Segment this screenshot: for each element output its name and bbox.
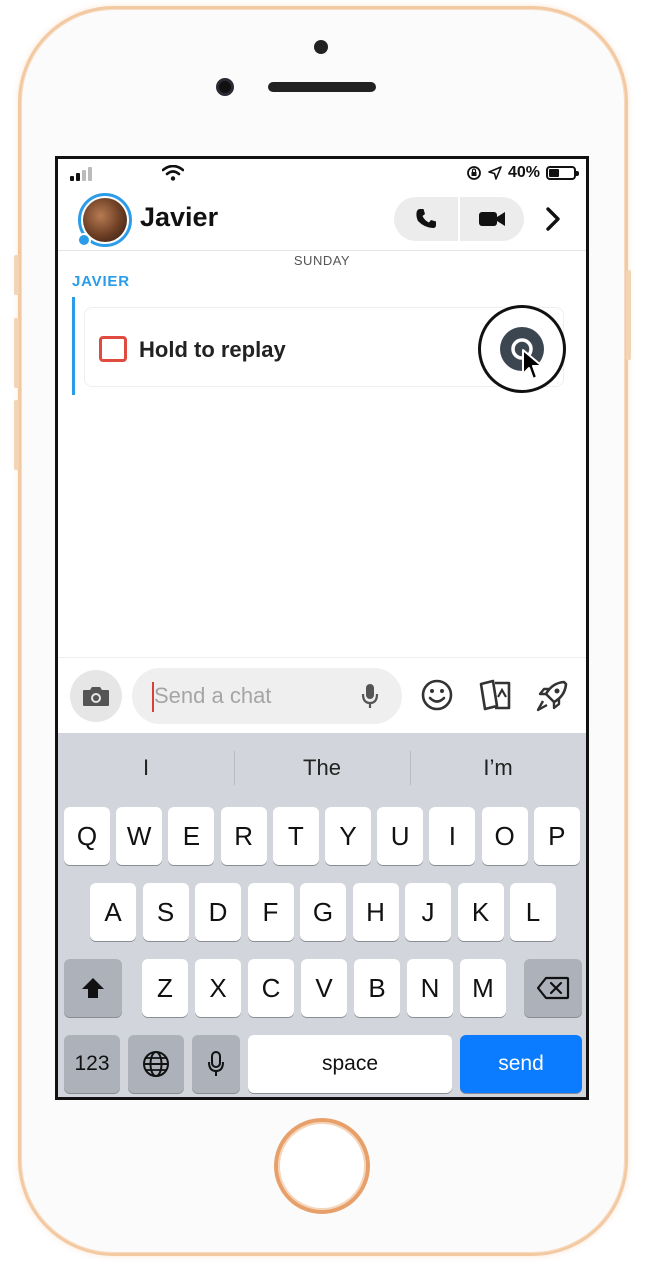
chat-input[interactable] xyxy=(154,678,344,714)
battery-icon xyxy=(546,166,579,180)
key-o[interactable]: O xyxy=(481,807,528,865)
space-key[interactable]: space xyxy=(248,1035,452,1093)
lock-icon xyxy=(77,233,91,247)
phone-volume-up xyxy=(14,318,19,388)
chat-input-bar xyxy=(58,657,586,733)
emoji-icon[interactable] xyxy=(420,678,454,712)
shift-key[interactable] xyxy=(64,959,122,1017)
status-right: 40% xyxy=(466,164,579,182)
video-camera-icon xyxy=(479,212,505,226)
suggestion-item[interactable]: The xyxy=(234,751,410,785)
contact-name[interactable]: Javier xyxy=(140,202,218,233)
phone-side-button xyxy=(14,255,19,295)
key-d[interactable]: D xyxy=(195,883,241,941)
rocket-icon[interactable] xyxy=(534,678,570,714)
suggestion-item[interactable]: I xyxy=(58,755,234,781)
key-w[interactable]: W xyxy=(116,807,163,865)
key-i[interactable]: I xyxy=(429,807,476,865)
snap-message-label: Hold to replay xyxy=(139,337,286,362)
camera-button[interactable] xyxy=(70,670,122,722)
key-g[interactable]: G xyxy=(300,883,346,941)
chevron-right-icon[interactable] xyxy=(542,205,564,233)
rotation-lock-icon xyxy=(467,166,481,180)
key-s[interactable]: S xyxy=(142,883,189,941)
key-y[interactable]: Y xyxy=(325,807,371,865)
location-arrow-icon xyxy=(488,166,502,180)
globe-key[interactable] xyxy=(128,1035,184,1093)
day-divider: SUNDAY xyxy=(293,253,351,268)
globe-icon xyxy=(143,1051,169,1077)
shift-arrow-icon xyxy=(82,978,104,998)
front-sensor xyxy=(314,40,328,54)
home-button[interactable] xyxy=(274,1118,370,1214)
backspace-icon xyxy=(536,976,570,1000)
chat-input-field[interactable] xyxy=(132,668,402,724)
key-b[interactable]: B xyxy=(354,959,400,1017)
key-e[interactable]: E xyxy=(168,807,215,865)
key-l[interactable]: L xyxy=(510,883,556,941)
key-r[interactable]: R xyxy=(220,807,267,865)
microphone-icon xyxy=(208,1051,224,1076)
replay-camera-button[interactable] xyxy=(478,305,566,393)
call-button-group xyxy=(394,197,524,241)
key-z[interactable]: Z xyxy=(142,959,188,1017)
video-call-button[interactable] xyxy=(458,197,524,241)
key-a[interactable]: A xyxy=(90,883,136,941)
microphone-icon[interactable] xyxy=(360,682,380,710)
mouse-pointer-icon xyxy=(522,349,543,380)
suggestion-item[interactable]: I’m xyxy=(410,751,586,785)
earpiece-speaker xyxy=(268,82,376,92)
dictation-key[interactable] xyxy=(192,1035,240,1093)
battery-percent: 40% xyxy=(507,164,540,181)
key-v[interactable]: V xyxy=(301,959,347,1017)
key-k[interactable]: K xyxy=(457,883,504,941)
cell-signal-icon xyxy=(70,167,92,181)
key-j[interactable]: J xyxy=(405,883,451,941)
key-c[interactable]: C xyxy=(248,959,294,1017)
key-q[interactable]: Q xyxy=(64,807,110,865)
phone-icon xyxy=(416,209,436,228)
message-accent-bar xyxy=(72,297,75,395)
key-h[interactable]: H xyxy=(352,883,399,941)
key-n[interactable]: N xyxy=(407,959,453,1017)
key-m[interactable]: M xyxy=(460,959,506,1017)
numbers-key[interactable]: 123 xyxy=(64,1035,120,1093)
status-bar: 40% xyxy=(58,159,586,189)
key-f[interactable]: F xyxy=(247,883,294,941)
phone-screen: 40% Javier SUNDAY JAVIER Hold to replay … xyxy=(55,156,589,1100)
camera-icon xyxy=(83,687,109,706)
key-p[interactable]: P xyxy=(533,807,580,865)
key-u[interactable]: U xyxy=(377,807,424,865)
voice-call-button[interactable] xyxy=(394,197,458,241)
keyboard: I The I’m QWERTYUIOPASDFGHJKLZXCVBNM 123 xyxy=(58,733,586,1097)
memories-cards-icon[interactable] xyxy=(476,678,514,712)
sender-label: JAVIER xyxy=(72,273,130,290)
chat-header: Javier xyxy=(58,189,586,251)
wifi-icon xyxy=(162,165,184,181)
front-camera xyxy=(216,78,234,96)
suggestion-bar: I The I’m xyxy=(58,733,586,803)
key-t[interactable]: T xyxy=(272,807,319,865)
send-key[interactable]: send xyxy=(460,1035,582,1093)
phone-power-button xyxy=(626,270,631,360)
phone-volume-down xyxy=(14,400,19,470)
delete-key[interactable] xyxy=(524,959,582,1017)
key-x[interactable]: X xyxy=(195,959,241,1017)
unopened-snap-icon xyxy=(99,336,127,362)
